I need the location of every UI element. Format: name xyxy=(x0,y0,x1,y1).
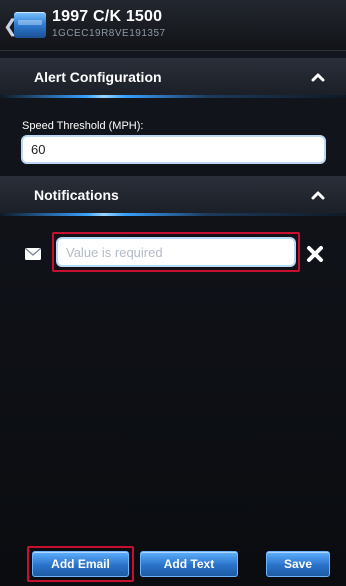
add-email-button[interactable]: Add Email xyxy=(32,551,129,577)
vehicle-title: 1997 C/K 1500 xyxy=(52,8,163,25)
speed-threshold-label: Speed Threshold (MPH): xyxy=(22,120,144,132)
section-divider-glow xyxy=(0,95,346,98)
chevron-up-icon[interactable] xyxy=(310,69,326,85)
save-button[interactable]: Save xyxy=(266,551,330,577)
chevron-left-icon[interactable]: ❮ xyxy=(3,16,18,36)
chevron-up-icon[interactable] xyxy=(310,187,326,203)
section-title-alert-configuration: Alert Configuration xyxy=(34,69,162,85)
vehicle-vin: 1GCEC19R8VE191357 xyxy=(52,28,166,39)
section-title-notifications: Notifications xyxy=(34,187,119,203)
section-divider-glow xyxy=(0,213,346,216)
app-screen: ❮ 1997 C/K 1500 1GCEC19R8VE191357 Alert … xyxy=(0,0,346,586)
email-input[interactable] xyxy=(56,237,296,267)
add-text-button[interactable]: Add Text xyxy=(140,551,238,577)
envelope-icon xyxy=(25,247,41,260)
close-icon[interactable] xyxy=(305,244,325,264)
speed-threshold-input[interactable] xyxy=(21,135,326,164)
section-header-notifications[interactable]: Notifications xyxy=(0,176,346,216)
vehicle-header[interactable]: ❮ 1997 C/K 1500 1GCEC19R8VE191357 xyxy=(0,0,346,51)
vehicle-icon xyxy=(14,12,46,38)
section-header-alert-configuration[interactable]: Alert Configuration xyxy=(0,58,346,98)
